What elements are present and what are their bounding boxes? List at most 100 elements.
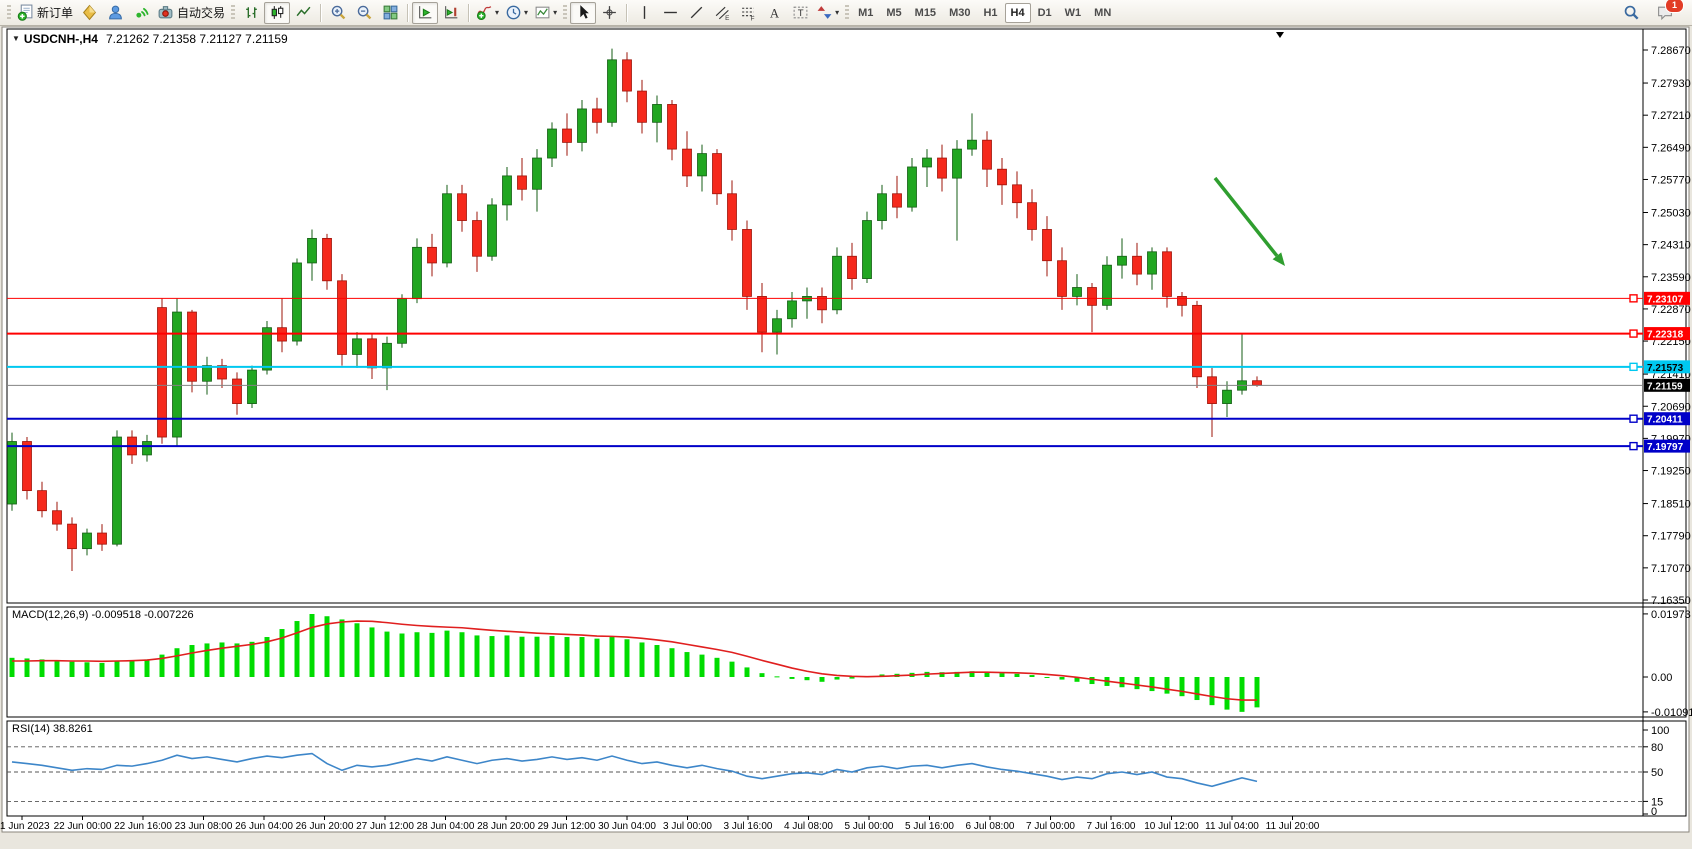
svg-text:7.23590: 7.23590	[1651, 272, 1691, 284]
collapse-triangle-icon[interactable]: ▼	[12, 34, 20, 43]
fibonacci-tool-button[interactable]: F	[735, 2, 761, 24]
svg-text:21 Jun 2023: 21 Jun 2023	[0, 821, 50, 832]
text-label-tool-button[interactable]: T	[787, 2, 813, 24]
trendline-icon	[688, 4, 705, 21]
timeframe-button-d1[interactable]: D1	[1032, 3, 1058, 23]
toolbar-grip	[845, 5, 849, 21]
svg-text:10 Jul 12:00: 10 Jul 12:00	[1144, 821, 1199, 832]
svg-text:29 Jun 12:00: 29 Jun 12:00	[538, 821, 596, 832]
trendline-tool-button[interactable]	[683, 2, 709, 24]
indicators-button[interactable]: ▾	[473, 2, 502, 24]
svg-text:6 Jul 08:00: 6 Jul 08:00	[966, 821, 1015, 832]
timeframe-button-m1[interactable]: M1	[852, 3, 879, 23]
svg-text:7.25030: 7.25030	[1651, 208, 1691, 220]
channel-tool-button[interactable]: E	[709, 2, 735, 24]
svg-text:7.18510: 7.18510	[1651, 499, 1691, 511]
svg-text:7.22870: 7.22870	[1651, 304, 1691, 316]
periods-button[interactable]: ▾	[502, 2, 531, 24]
crosshair-icon	[601, 4, 618, 21]
crosshair-tool-button[interactable]	[596, 2, 622, 24]
svg-text:7.22318: 7.22318	[1647, 330, 1684, 341]
zoom-out-button[interactable]	[351, 2, 377, 24]
rsi-indicator-label: RSI(14) 38.8261	[12, 723, 93, 735]
svg-text:3 Jul 16:00: 3 Jul 16:00	[724, 821, 773, 832]
svg-text:30 Jun 04:00: 30 Jun 04:00	[598, 821, 656, 832]
zoom-in-icon	[330, 4, 347, 21]
market-watch-button[interactable]	[76, 2, 102, 24]
svg-text:11 Jul 04:00: 11 Jul 04:00	[1205, 821, 1259, 832]
zoom-in-button[interactable]	[325, 2, 351, 24]
toolbar-separator	[320, 4, 321, 22]
svg-text:7 Jul 16:00: 7 Jul 16:00	[1087, 821, 1136, 832]
mt4-terminal-window: { "toolbar": { "new_order_label": "新订单",…	[0, 0, 1692, 849]
chart-shift-button[interactable]	[438, 2, 464, 24]
svg-text:7.20411: 7.20411	[1647, 415, 1683, 426]
toolbar: 新订单 自动交易 ▾	[0, 0, 1692, 26]
timeframe-button-w1[interactable]: W1	[1059, 3, 1088, 23]
svg-text:7.28670: 7.28670	[1651, 45, 1691, 57]
auto-scroll-icon	[417, 4, 434, 21]
line-chart-button[interactable]	[290, 2, 316, 24]
svg-text:22 Jun 16:00: 22 Jun 16:00	[114, 821, 172, 832]
vertical-line-tool-button[interactable]	[631, 2, 657, 24]
bar-chart-button[interactable]	[238, 2, 264, 24]
candlestick-chart-icon	[269, 4, 286, 21]
timeframe-button-m5[interactable]: M5	[880, 3, 907, 23]
svg-text:0.00: 0.00	[1651, 672, 1672, 684]
svg-text:23 Jun 08:00: 23 Jun 08:00	[175, 821, 233, 832]
auto-scroll-button[interactable]	[412, 2, 438, 24]
timeframe-button-h1[interactable]: H1	[977, 3, 1003, 23]
candlestick-chart-button[interactable]	[264, 2, 290, 24]
auto-trading-button[interactable]: 自动交易	[154, 2, 228, 24]
svg-text:27 Jun 12:00: 27 Jun 12:00	[356, 821, 414, 832]
svg-text:7.20690: 7.20690	[1651, 401, 1691, 413]
svg-text:26 Jun 04:00: 26 Jun 04:00	[235, 821, 293, 832]
chat-button[interactable]: 1	[1652, 2, 1678, 24]
timeframe-button-h4[interactable]: H4	[1005, 3, 1031, 23]
horizontal-line-icon	[662, 4, 679, 21]
cursor-tool-button[interactable]	[570, 2, 596, 24]
macd-indicator-label: MACD(12,26,9) -0.009518 -0.007226	[12, 609, 194, 621]
chevron-down-icon: ▾	[835, 8, 839, 17]
tile-windows-button[interactable]	[377, 2, 403, 24]
clock-icon	[505, 4, 522, 21]
signals-button[interactable]	[128, 2, 154, 24]
price-chart-canvas[interactable]: 7.286707.279307.272107.264907.257707.250…	[0, 26, 1692, 838]
text-tool-button[interactable]: A	[761, 2, 787, 24]
svg-text:0: 0	[1651, 806, 1657, 818]
horizontal-line-tool-button[interactable]	[657, 2, 683, 24]
cursor-icon	[575, 4, 592, 21]
signals-icon	[133, 4, 150, 21]
tile-windows-icon	[382, 4, 399, 21]
search-button[interactable]	[1618, 2, 1644, 24]
bar-chart-icon	[243, 4, 260, 21]
svg-text:7.25770: 7.25770	[1651, 174, 1691, 186]
timeframe-button-m15[interactable]: M15	[909, 3, 942, 23]
text-icon: A	[766, 4, 783, 21]
svg-text:7.27930: 7.27930	[1651, 78, 1691, 90]
timeframe-button-m30[interactable]: M30	[943, 3, 976, 23]
line-chart-icon	[295, 4, 312, 21]
svg-text:28 Jun 04:00: 28 Jun 04:00	[417, 821, 475, 832]
vertical-line-icon	[636, 4, 653, 21]
arrows-tool-button[interactable]: ▾	[813, 2, 842, 24]
timeframe-button-mn[interactable]: MN	[1088, 3, 1117, 23]
community-button[interactable]	[102, 2, 128, 24]
svg-text:4 Jul 08:00: 4 Jul 08:00	[784, 821, 833, 832]
toolbar-separator	[407, 4, 408, 22]
svg-text:80: 80	[1651, 742, 1663, 754]
chart-ohlc-values: 7.21262 7.21358 7.21127 7.21159	[106, 32, 288, 46]
svg-text:7 Jul 00:00: 7 Jul 00:00	[1026, 821, 1075, 832]
templates-button[interactable]: ▾	[531, 2, 560, 24]
svg-text:7.16350: 7.16350	[1651, 595, 1691, 607]
search-icon	[1623, 4, 1640, 21]
new-order-button[interactable]: 新订单	[14, 2, 76, 24]
svg-text:7.26490: 7.26490	[1651, 142, 1691, 154]
chevron-down-icon: ▾	[524, 8, 528, 17]
auto-trading-label: 自动交易	[177, 4, 225, 21]
template-icon	[534, 4, 551, 21]
svg-text:-0.010911: -0.010911	[1651, 707, 1692, 719]
svg-text:E: E	[725, 15, 729, 21]
status-bar	[0, 836, 1692, 849]
svg-text:22 Jun 00:00: 22 Jun 00:00	[54, 821, 112, 832]
